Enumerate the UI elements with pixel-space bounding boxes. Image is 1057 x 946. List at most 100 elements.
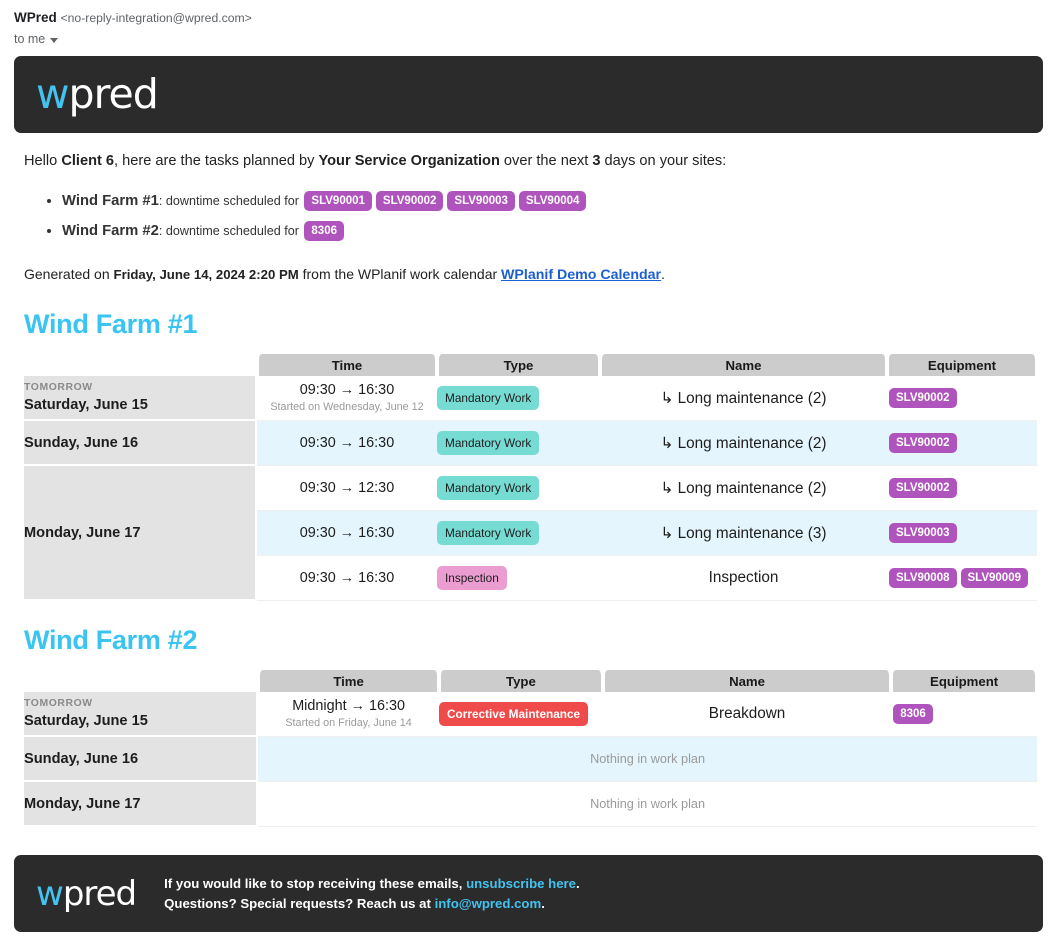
time-range: Midnight → 16:30	[258, 698, 439, 714]
recipient-label: to me	[14, 31, 45, 47]
day-label: Saturday, June 15	[24, 711, 256, 731]
column-header-type: Type	[439, 670, 603, 692]
type-badge: Mandatory Work	[437, 521, 539, 545]
task-name-cell: ↳ Long maintenance (2)	[600, 466, 887, 511]
list-item: Wind Farm #1: downtime scheduled for SLV…	[62, 186, 1033, 216]
task-name-cell: ↳ Long maintenance (3)	[600, 511, 887, 556]
unsubscribe-suffix: .	[576, 876, 580, 891]
site-name: Wind Farm #2	[62, 223, 159, 239]
table-row: TOMORROWSaturday, June 1509:30 → 16:30St…	[24, 376, 1037, 421]
generated-line: Generated on Friday, June 14, 2024 2:20 …	[14, 264, 1043, 285]
email-footer: wpred If you would like to stop receivin…	[14, 855, 1043, 932]
equipment-chip: 8306	[304, 221, 344, 241]
time-cell: 09:30 → 12:30	[257, 466, 437, 511]
day-cell: Monday, June 17	[24, 466, 257, 601]
equipment-cell: SLV90002	[887, 376, 1037, 421]
site-downtime-list: Wind Farm #1: downtime scheduled for SLV…	[24, 186, 1033, 246]
logo-w: w	[36, 70, 69, 118]
type-badge: Inspection	[437, 566, 507, 590]
equipment-cell: SLV90003	[887, 511, 1037, 556]
day-cell: TOMORROWSaturday, June 15	[24, 376, 257, 421]
column-header-time: Time	[257, 354, 437, 376]
logo-pred: pred	[63, 874, 136, 914]
equipment-chip: SLV90002	[376, 191, 444, 211]
contact-prefix: Questions? Special requests? Reach us at	[164, 896, 434, 911]
time-range: 09:30 → 16:30	[257, 382, 437, 398]
day-cell: TOMORROWSaturday, June 15	[24, 692, 258, 737]
table-row: Monday, June 17Nothing in work plan	[24, 782, 1037, 827]
equipment-cell: 8306	[891, 692, 1037, 737]
intro-tail: days on your sites:	[600, 153, 726, 169]
table-row: TOMORROWSaturday, June 15Midnight → 16:3…	[24, 692, 1037, 737]
task-name-cell: Breakdown	[603, 692, 891, 737]
table-row: Sunday, June 16Nothing in work plan	[24, 737, 1037, 782]
farm-sections: Wind Farm #1TimeTypeNameEquipmentTOMORRO…	[14, 309, 1043, 827]
type-cell: Inspection	[437, 556, 600, 601]
header-spacer	[24, 670, 258, 692]
equipment-chip: SLV90003	[889, 523, 957, 543]
equipment-chip: SLV90001	[304, 191, 372, 211]
time-cell: 09:30 → 16:30	[257, 421, 437, 466]
sender-address: <no-reply-integration@wpred.com>	[61, 11, 252, 25]
generated-datetime: Friday, June 14, 2024 2:20 PM	[114, 267, 299, 282]
type-badge: Mandatory Work	[437, 386, 539, 410]
unsubscribe-link[interactable]: unsubscribe here	[466, 876, 576, 891]
equipment-chip: SLV90002	[889, 433, 957, 453]
equipment-chip: SLV90009	[961, 568, 1029, 588]
footer-text: If you would like to stop receiving thes…	[164, 874, 580, 914]
time-range: 09:30 → 16:30	[257, 435, 437, 451]
equipment-cell: SLV90008SLV90009	[887, 556, 1037, 601]
header-spacer	[24, 354, 257, 376]
list-item: Wind Farm #2: downtime scheduled for 830…	[62, 216, 1033, 246]
wpred-logo-footer: wpred	[36, 877, 136, 911]
task-name-cell: Inspection	[600, 556, 887, 601]
day-cell: Sunday, June 16	[24, 421, 257, 466]
intro-mid2: over the next	[500, 153, 592, 169]
logo-w: w	[36, 874, 63, 914]
day-cell: Sunday, June 16	[24, 737, 258, 782]
column-header-name: Name	[600, 354, 887, 376]
intro-mid: , here are the tasks planned by	[114, 153, 318, 169]
equipment-chip: SLV90002	[889, 388, 957, 408]
column-header-equipment: Equipment	[891, 670, 1037, 692]
logo-pred: pred	[69, 70, 158, 118]
tomorrow-tag: TOMORROW	[24, 381, 255, 395]
intro-hello: Hello	[24, 153, 61, 169]
type-badge: Mandatory Work	[437, 431, 539, 455]
type-cell: Mandatory Work	[437, 511, 600, 556]
table-header-row: TimeTypeNameEquipment	[24, 354, 1037, 376]
contact-email-link[interactable]: info@wpred.com	[435, 896, 542, 911]
equipment-chip: SLV90004	[519, 191, 587, 211]
recipient-row[interactable]: to me	[14, 31, 1057, 47]
downtime-label: : downtime scheduled for	[159, 194, 303, 208]
time-cell: 09:30 → 16:30	[257, 511, 437, 556]
time-cell: 09:30 → 16:30	[257, 556, 437, 601]
wpred-logo: wpred	[36, 74, 158, 115]
type-badge: Corrective Maintenance	[439, 702, 588, 726]
work-plan-table: TimeTypeNameEquipmentTOMORROWSaturday, J…	[24, 354, 1037, 601]
equipment-cell: SLV90002	[887, 466, 1037, 511]
equipment-chip: SLV90008	[889, 568, 957, 588]
empty-work-plan-cell: Nothing in work plan	[258, 737, 1037, 782]
column-header-time: Time	[258, 670, 439, 692]
time-range: 09:30 → 16:30	[257, 525, 437, 541]
generated-suffix: .	[661, 266, 665, 282]
table-row: Monday, June 1709:30 → 12:30Mandatory Wo…	[24, 466, 1037, 511]
client-name: Client 6	[61, 153, 114, 169]
sender-name: WPred	[14, 10, 57, 25]
organization-name: Your Service Organization	[318, 153, 499, 169]
day-cell: Monday, June 17	[24, 782, 258, 827]
intro-paragraph: Hello Client 6, here are the tasks plann…	[14, 151, 1043, 246]
calendar-link[interactable]: WPlanif Demo Calendar	[501, 267, 661, 283]
work-plan-table: TimeTypeNameEquipmentTOMORROWSaturday, J…	[24, 670, 1037, 827]
chevron-down-icon[interactable]	[50, 38, 58, 43]
column-header-equipment: Equipment	[887, 354, 1037, 376]
generated-prefix: Generated on	[24, 266, 114, 282]
downtime-label: : downtime scheduled for	[159, 224, 303, 238]
day-label: Saturday, June 15	[24, 395, 255, 415]
generated-middle: from the WPlanif work calendar	[299, 266, 501, 282]
footer-line-1: If you would like to stop receiving thes…	[164, 874, 580, 894]
equipment-cell: SLV90002	[887, 421, 1037, 466]
mail-from-line: WPred <no-reply-integration@wpred.com>	[14, 9, 1057, 27]
time-cell: 09:30 → 16:30Started on Wednesday, June …	[257, 376, 437, 421]
